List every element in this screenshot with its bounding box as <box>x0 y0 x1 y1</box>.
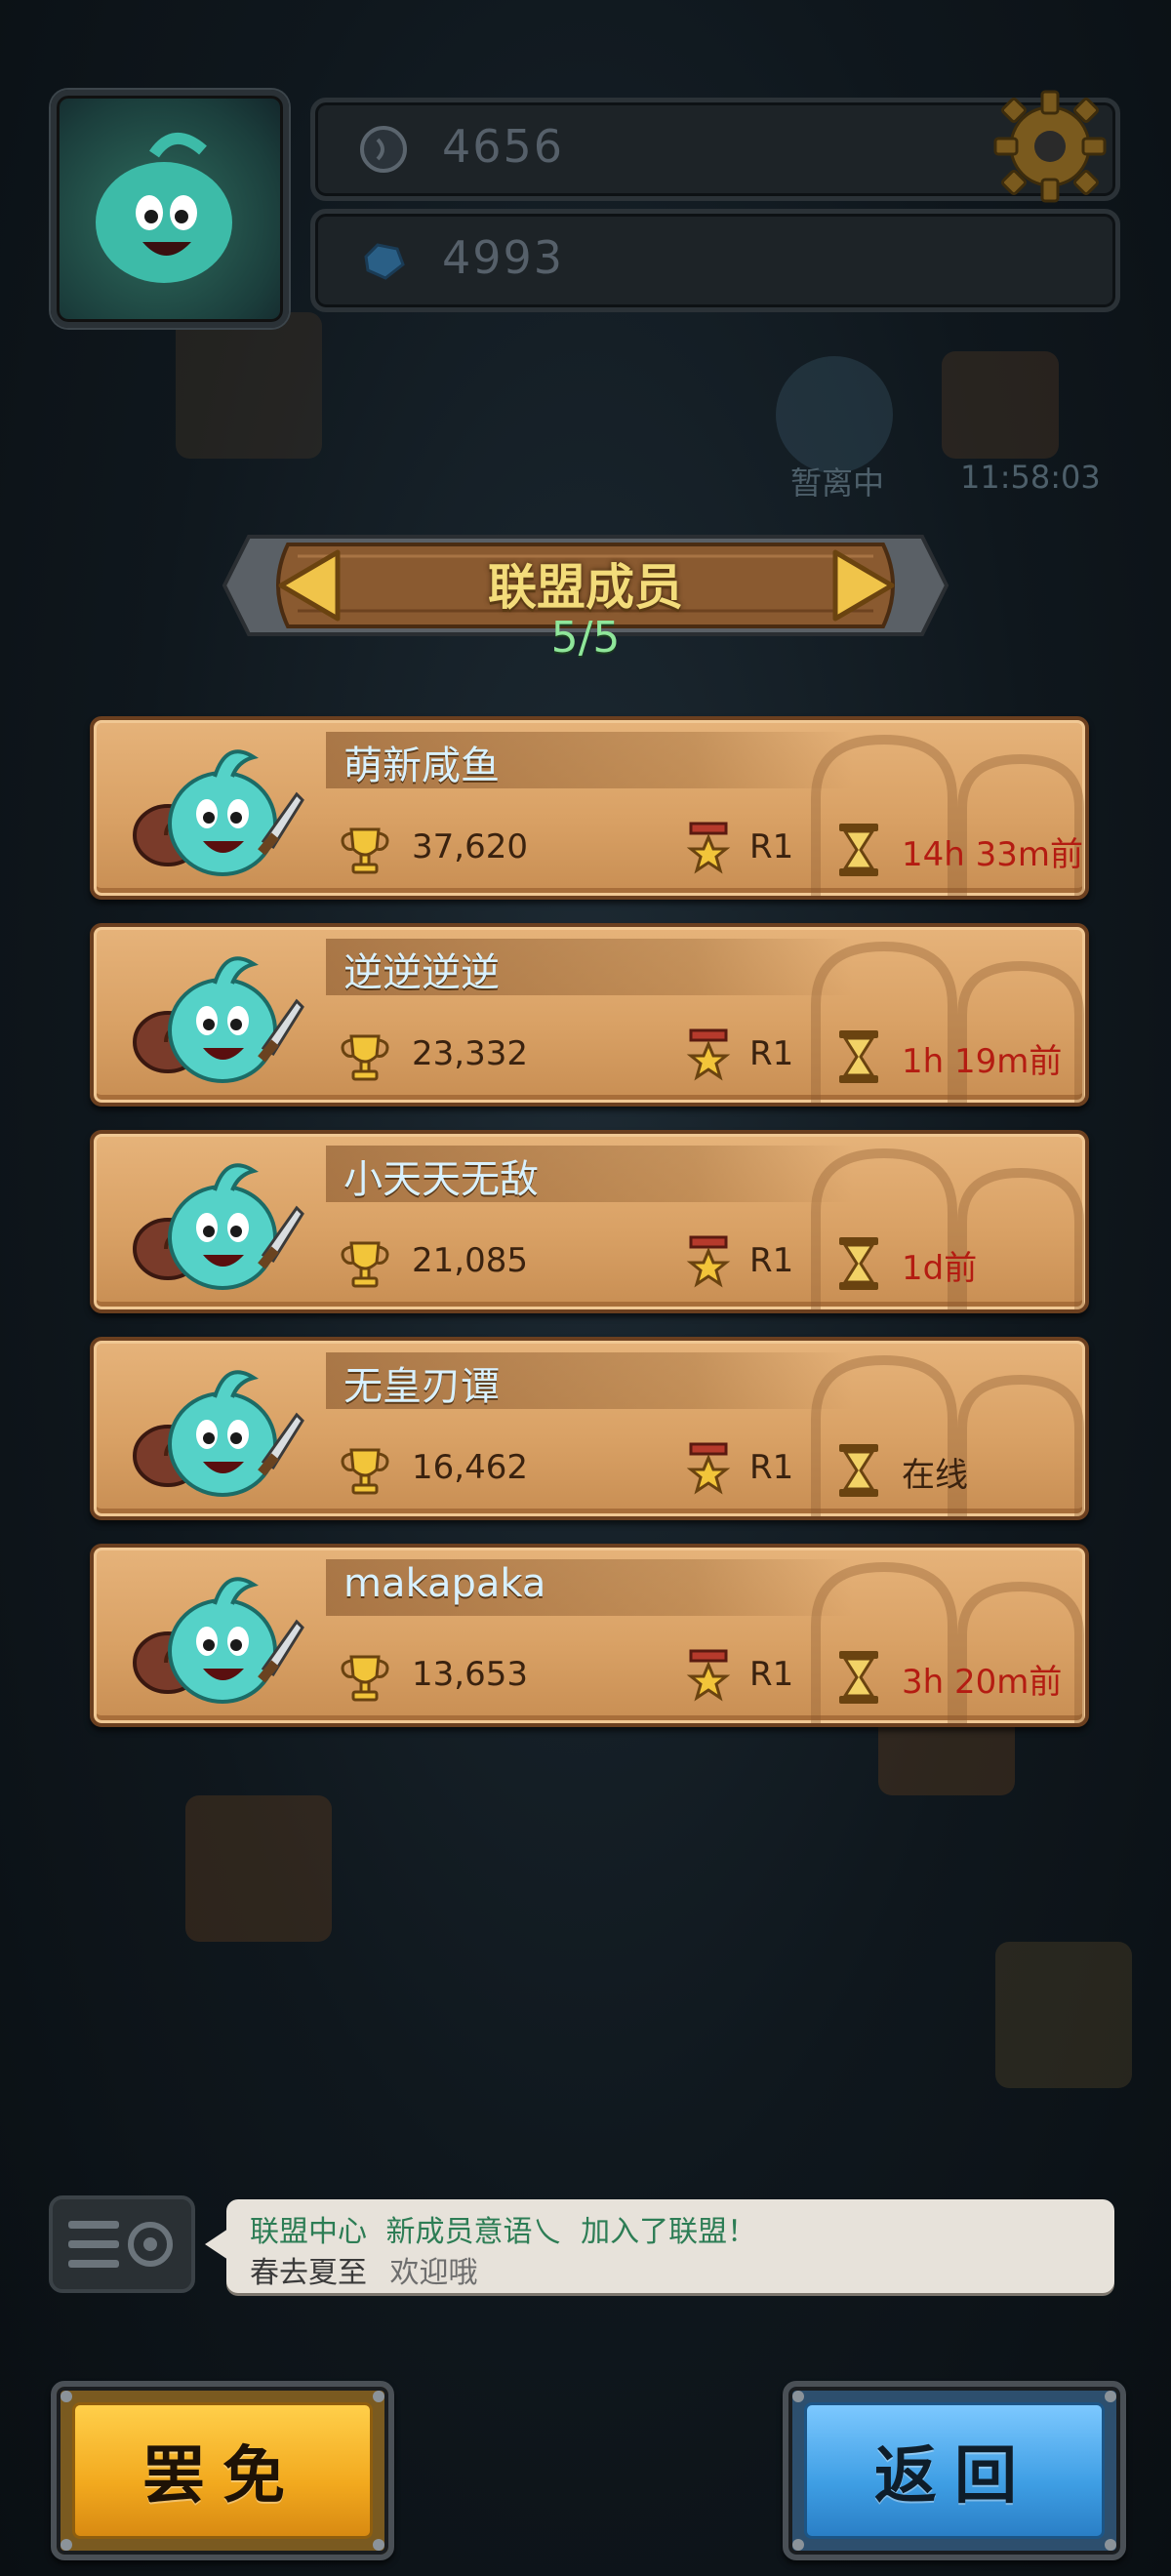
member-last-seen: 在线 <box>902 1456 968 1495</box>
rivet <box>1105 2539 1116 2551</box>
chat-member-name: 新成员意语乀 <box>385 2215 562 2249</box>
rivet <box>373 2391 384 2402</box>
map-building <box>995 1942 1132 2088</box>
chat-bubble-tail <box>205 2229 228 2260</box>
map-treasure-chest <box>942 351 1059 459</box>
hourglass-icon <box>839 1651 878 1704</box>
rank-medal-icon <box>686 1442 731 1495</box>
member-card[interactable]: makapaka 13,653 R1 3h 20m前 <box>90 1544 1089 1727</box>
member-avatar-icon <box>133 1577 304 1704</box>
dismiss-button[interactable]: 罢免 <box>51 2381 394 2560</box>
trophy-icon <box>341 827 389 874</box>
rivet <box>792 2539 804 2551</box>
member-trophies: 13,653 <box>412 1655 528 1694</box>
rank-medal-icon <box>686 1235 731 1288</box>
map-mail-building <box>185 1795 332 1942</box>
away-status: 暂离中 <box>790 464 885 502</box>
chat-icon <box>68 2221 173 2268</box>
hourglass-icon <box>839 1030 878 1083</box>
coin-icon <box>360 126 407 173</box>
member-last-seen: 3h 20m前 <box>902 1663 1063 1702</box>
member-trophies: 23,332 <box>412 1034 528 1073</box>
member-card[interactable]: 小天天无敌 21,085 R1 1d前 <box>90 1130 1089 1313</box>
coins-value: 4656 <box>442 120 565 173</box>
rivet <box>61 2539 72 2551</box>
chat-line-1: 联盟中心 新成员意语乀 加入了联盟！ <box>250 2207 756 2250</box>
member-name: 逆逆逆逆 <box>343 950 500 995</box>
chat-line-2: 春去夏至 欢迎哦 <box>250 2248 478 2291</box>
rivet <box>61 2391 72 2402</box>
rivet <box>792 2391 804 2402</box>
member-trophies: 37,620 <box>412 827 528 866</box>
member-card[interactable]: 无皇刃谭 16,462 R1 在线 <box>90 1337 1089 1520</box>
hourglass-icon <box>839 824 878 876</box>
gems-value: 4993 <box>442 231 565 284</box>
rank-medal-icon <box>686 822 731 874</box>
gear-icon[interactable] <box>988 84 1112 209</box>
back-button[interactable]: 返回 <box>783 2381 1126 2560</box>
member-rank: R1 <box>749 1448 794 1487</box>
member-name: 无皇刃谭 <box>343 1364 500 1409</box>
rank-medal-icon <box>686 1649 731 1702</box>
member-last-seen: 1d前 <box>902 1249 978 1288</box>
rivet <box>373 2539 384 2551</box>
rank-medal-icon <box>686 1028 731 1081</box>
member-card[interactable]: 逆逆逆逆 23,332 R1 1h 19m前 <box>90 923 1089 1107</box>
member-avatar-icon <box>133 1163 304 1290</box>
member-rank: R1 <box>749 827 794 866</box>
player-avatar[interactable] <box>51 90 289 328</box>
chat-sender: 联盟中心 <box>250 2215 367 2249</box>
member-avatar-icon <box>133 1370 304 1497</box>
member-name: 小天天无敌 <box>343 1157 539 1202</box>
gem-icon <box>364 243 405 280</box>
member-card[interactable]: 萌新咸鱼 37,620 R1 14h 33m前 <box>90 716 1089 900</box>
member-name: 萌新咸鱼 <box>343 744 500 788</box>
avatar-mascot-icon <box>96 132 232 283</box>
member-rank: R1 <box>749 1034 794 1073</box>
member-avatar-icon <box>133 749 304 876</box>
panel-title: 联盟成员 <box>488 559 683 616</box>
rivet <box>1105 2391 1116 2402</box>
map-building <box>176 312 322 459</box>
chat-message: 欢迎哦 <box>389 2256 478 2290</box>
gems-bar: 4993 <box>310 209 1120 312</box>
member-rank: R1 <box>749 1655 794 1694</box>
timer-text: 11:58:03 <box>960 459 1101 496</box>
map-portal <box>776 356 893 473</box>
trophy-icon <box>341 1655 389 1702</box>
trophy-icon <box>341 1034 389 1081</box>
member-last-seen: 1h 19m前 <box>902 1042 1063 1081</box>
hourglass-icon <box>839 1237 878 1290</box>
member-avatar-icon <box>133 956 304 1083</box>
member-rank: R1 <box>749 1241 794 1280</box>
member-trophies: 16,462 <box>412 1448 528 1487</box>
member-count: 5/5 <box>550 613 621 663</box>
trophy-icon <box>341 1241 389 1288</box>
chat-button[interactable] <box>49 2195 195 2293</box>
chat-message: 加入了联盟！ <box>581 2215 757 2249</box>
back-button-label: 返回 <box>804 2402 1105 2539</box>
hourglass-icon <box>839 1444 878 1497</box>
chat-message-box[interactable]: 联盟中心 新成员意语乀 加入了联盟！ 春去夏至 欢迎哦 <box>226 2199 1114 2293</box>
member-name: makapaka <box>343 1561 546 1606</box>
member-trophies: 21,085 <box>412 1241 528 1280</box>
chat-sender: 春去夏至 <box>250 2256 367 2290</box>
member-last-seen: 14h 33m前 <box>902 835 1084 874</box>
trophy-icon <box>341 1448 389 1495</box>
dismiss-button-label: 罢免 <box>72 2402 373 2539</box>
